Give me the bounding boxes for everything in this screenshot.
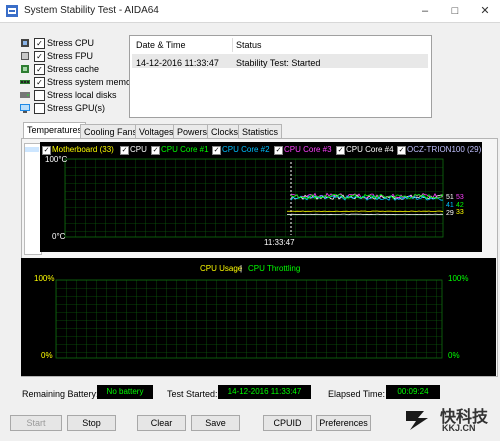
start-button[interactable]: Start [10,415,62,431]
minimize-button[interactable]: – [410,0,440,22]
temperature-grid [64,158,444,238]
stop-button[interactable]: Stop [67,415,116,431]
elapsed-time-value: 00:09:24 [386,385,440,399]
reading-ocz-trion: 29 [446,210,454,217]
temperature-graph: 100°C 0°C 11:33:47 51 53 41 42 29 33 [45,155,464,247]
status-log-table[interactable]: Date & Time Status 14-12-2016 11:33:47 S… [129,35,432,118]
reading-core-2: 41 [446,202,454,209]
close-button[interactable]: ✕ [470,0,500,22]
reading-core-3: 53 [456,194,464,201]
reading-motherboard: 33 [456,209,464,216]
memory-icon [20,80,30,84]
tab-statistics[interactable]: Statistics [238,124,283,139]
cpu-title-separator: | [240,264,242,273]
stress-fpu-checkbox[interactable]: ✓ [34,51,45,62]
cache-icon [21,65,29,73]
tab-cooling-fans[interactable]: Cooling Fans [80,124,142,139]
stress-cpu-label: Stress CPU [47,38,95,48]
cpu-usage-graph: CPU Usage | CPU Throttling 100% 0% 100% … [34,264,468,360]
temperature-chart: ✓ Motherboard (33) ✓ CPU ✓ CPU Core #1 ✓… [40,142,482,252]
title-bar: System Stability Test - AIDA64 – □ ✕ [0,0,500,23]
status-column-header[interactable]: Status [236,40,262,50]
temp-time-label: 11:33:47 [264,238,295,247]
kkj-logo-icon [406,411,428,430]
cpu-icon [21,39,29,47]
stress-cache-label: Stress cache [47,64,100,74]
stress-cache-checkbox[interactable]: ✓ [34,64,45,75]
tab-clocks[interactable]: Clocks [207,124,243,139]
disk-icon [20,92,30,98]
stress-gpu-label: Stress GPU(s) [47,103,106,113]
battery-value: No battery [97,385,153,399]
temperature-readings: 51 53 41 42 29 33 [446,194,464,217]
gpu-icon [20,104,30,113]
reading-cpu: 51 [446,194,454,201]
cpu-usage-title: CPU Usage [200,264,243,273]
cpu-throttling-title: CPU Throttling [248,264,300,273]
tab-temperatures[interactable]: Temperatures [23,122,87,139]
date-column-header[interactable]: Date & Time [136,40,186,50]
fpu-icon [21,52,29,60]
maximize-button[interactable]: □ [440,0,470,22]
temp-y-top-label: 100°C [45,155,68,164]
battery-label: Remaining Battery: [22,389,99,399]
cpuid-button[interactable]: CPUID [263,415,312,431]
tab-powers[interactable]: Powers [173,124,212,139]
tab-voltages[interactable]: Voltages [135,124,178,139]
save-button[interactable]: Save [191,415,240,431]
sensor-list-selection[interactable] [25,147,39,152]
cpu-grid [55,279,443,359]
watermark-url: KKJ.CN [442,423,476,433]
aida64-app-icon [6,5,18,17]
clear-button[interactable]: Clear [137,415,186,431]
elapsed-time-label: Elapsed Time: [328,389,386,399]
reading-core-1: 42 [456,202,464,209]
window-title: System Stability Test - AIDA64 [24,5,159,16]
stress-memory-checkbox[interactable]: ✓ [34,77,45,88]
stress-memory-label: Stress system memory [47,77,139,87]
cpu-left-top-label: 100% [34,274,54,283]
stress-disks-checkbox[interactable] [34,90,45,101]
stress-gpu-checkbox[interactable] [34,103,45,114]
cpu-right-top-label: 100% [448,274,468,283]
cpu-right-bottom-label: 0% [448,351,460,360]
stress-disks-label: Stress local disks [47,90,117,100]
cpu-usage-chart: CPU Usage | CPU Throttling 100% 0% 100% … [21,258,496,376]
stress-cpu-checkbox[interactable]: ✓ [34,38,45,49]
preferences-button[interactable]: Preferences [316,415,371,431]
stress-fpu-label: Stress FPU [47,51,94,61]
cpu-left-bottom-label: 0% [41,351,53,360]
temp-line-ocz-trion [290,213,444,216]
test-started-value: 14-12-2016 11:33:47 [218,385,311,399]
log-row-date: 14-12-2016 11:33:47 [136,58,219,68]
log-row-status: Stability Test: Started [236,58,321,68]
test-started-label: Test Started: [167,389,218,399]
temp-y-bottom-label: 0°C [52,232,66,241]
